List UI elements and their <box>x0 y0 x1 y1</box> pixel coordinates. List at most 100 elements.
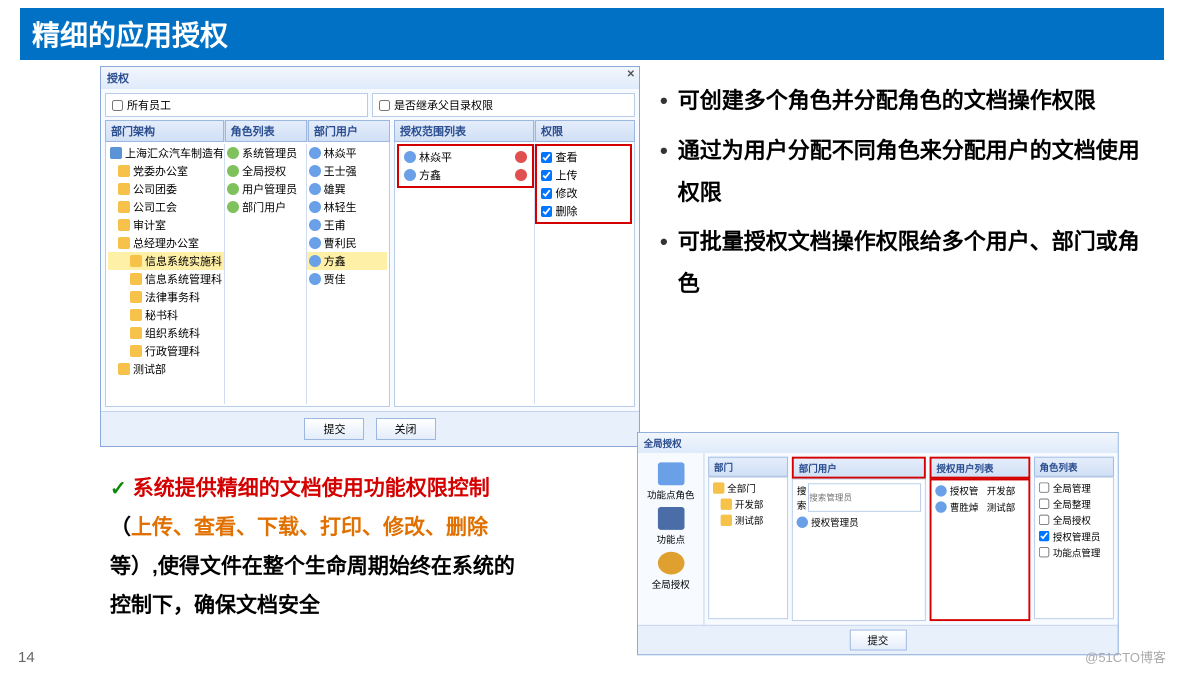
d2-dept[interactable]: 测试部 <box>711 512 785 528</box>
person-icon <box>404 151 416 163</box>
perm-user-box: 林焱平 方鑫 <box>397 144 534 188</box>
dialog2-sidebar: 功能点角色 功能点 全局授权 <box>638 453 705 625</box>
side-tab[interactable]: 功能点角色 <box>642 462 700 501</box>
role-item[interactable]: 部门用户 <box>225 198 305 216</box>
d2-role-cb[interactable] <box>1039 499 1049 509</box>
role-item[interactable]: 用户管理员 <box>225 180 305 198</box>
bullet-text: 通过为用户分配不同角色来分配用户的文档使用权限 <box>678 130 1140 214</box>
folder-icon <box>118 183 130 195</box>
summary-tail: 等）,使得文件在整个生命周期始终在系统的控制下，确保文档安全 <box>110 555 515 617</box>
d2-col1-header: 部门 <box>708 457 788 477</box>
tree-node[interactable]: 公司团委 <box>108 180 224 198</box>
user-item[interactable]: 王士强 <box>307 162 387 180</box>
person-icon <box>404 169 416 181</box>
tree-node[interactable]: 公司工会 <box>108 198 224 216</box>
tree-root[interactable]: 上海汇众汽车制造有限公司 <box>108 144 224 162</box>
person-icon <box>309 201 321 213</box>
tree-node[interactable]: 法律事务科 <box>108 288 224 306</box>
d2-dept[interactable]: 开发部 <box>711 496 785 512</box>
inherit-checkbox[interactable] <box>379 100 390 111</box>
user-icon <box>227 165 239 177</box>
folder-icon <box>118 165 130 177</box>
d2-col4-header: 角色列表 <box>1034 457 1114 477</box>
d2-user[interactable]: 授权管理员 <box>795 514 923 530</box>
person-icon <box>936 485 947 496</box>
modify-checkbox[interactable] <box>541 188 552 199</box>
summary-orange: 上传、查看、下载、打印、修改、删除 <box>131 516 488 539</box>
folder-icon <box>130 327 142 339</box>
d2-role-cb[interactable] <box>1039 515 1049 525</box>
user-item[interactable]: 雄巽 <box>307 180 387 198</box>
upload-checkbox[interactable] <box>541 170 552 181</box>
user-item[interactable]: 林轻生 <box>307 198 387 216</box>
tree-node[interactable]: 审计室 <box>108 216 224 234</box>
person-icon <box>309 237 321 249</box>
all-staff-checkbox[interactable] <box>112 100 123 111</box>
person-icon <box>309 273 321 285</box>
user-item[interactable]: 曹利民 <box>307 234 387 252</box>
close-button[interactable]: 关闭 <box>376 418 436 440</box>
perm-user[interactable]: 方鑫 <box>401 166 530 184</box>
d2-submit-button[interactable]: 提交 <box>849 630 906 651</box>
company-icon <box>110 147 122 159</box>
bullet-list: •可创建多个角色并分配角色的文档操作权限 •通过为用户分配不同角色来分配用户的文… <box>660 80 1140 313</box>
close-icon[interactable]: ✕ <box>627 69 635 80</box>
remove-icon[interactable] <box>515 151 527 163</box>
checkmark-icon: ✓ <box>110 478 127 500</box>
slide-title: 精细的应用授权 <box>20 8 1164 60</box>
col-dept-header: 部门架构 <box>105 120 224 142</box>
side-tab[interactable]: 全局授权 <box>642 552 700 591</box>
person-icon <box>309 255 321 267</box>
search-input[interactable] <box>808 483 921 512</box>
feature-icon <box>657 507 684 530</box>
search-label: 搜索 <box>797 483 807 512</box>
folder-icon <box>130 255 142 267</box>
d2-role-cb[interactable] <box>1039 531 1049 541</box>
folder-icon <box>118 363 130 375</box>
user-item[interactable]: 王甫 <box>307 216 387 234</box>
role-item[interactable]: 系统管理员 <box>225 144 305 162</box>
summary-red: 系统提供精细的文档使用功能权限控制 <box>133 477 490 500</box>
tree-node[interactable]: 测试部 <box>108 360 224 378</box>
tree-node[interactable]: 秘书科 <box>108 306 224 324</box>
person-icon <box>309 183 321 195</box>
tree-node[interactable]: 信息系统管理科 <box>108 270 224 288</box>
bullet-icon: • <box>660 130 668 214</box>
view-checkbox[interactable] <box>541 152 552 163</box>
d2-role-cb[interactable] <box>1039 482 1049 492</box>
person-icon <box>309 165 321 177</box>
folder-icon <box>713 482 724 493</box>
folder-icon <box>118 201 130 213</box>
dialog2-title-bar: 全局授权 <box>638 433 1118 453</box>
bullet-text: 可创建多个角色并分配角色的文档操作权限 <box>678 80 1096 122</box>
person-icon <box>309 147 321 159</box>
role-point-icon <box>657 462 684 485</box>
user-item[interactable]: 贾佳 <box>307 270 387 288</box>
delete-checkbox[interactable] <box>541 206 552 217</box>
folder-icon <box>130 309 142 321</box>
folder-icon <box>721 498 732 509</box>
d2-authuser[interactable]: 授权管 开发部 <box>934 482 1027 498</box>
d2-col2-header: 部门用户 <box>792 457 926 479</box>
user-item-selected[interactable]: 方鑫 <box>307 252 387 270</box>
submit-button[interactable]: 提交 <box>304 418 364 440</box>
perm-user[interactable]: 林焱平 <box>401 148 530 166</box>
d2-role-cb[interactable] <box>1039 547 1049 557</box>
tree-node[interactable]: 总经理办公室 <box>108 234 224 252</box>
tree-node[interactable]: 党委办公室 <box>108 162 224 180</box>
dialog-title-bar: 授权 ✕ <box>101 67 639 89</box>
folder-icon <box>130 273 142 285</box>
tree-node-selected[interactable]: 信息系统实施科 <box>108 252 224 270</box>
col-role-header: 角色列表 <box>225 120 307 142</box>
side-tab[interactable]: 功能点 <box>642 507 700 546</box>
d2-col3-header: 授权用户列表 <box>930 457 1030 479</box>
role-item[interactable]: 全局授权 <box>225 162 305 180</box>
tree-node[interactable]: 组织系统科 <box>108 324 224 342</box>
user-item[interactable]: 林焱平 <box>307 144 387 162</box>
col-permlist-header: 授权范围列表 <box>394 120 534 142</box>
d2-dept[interactable]: 全部门 <box>711 480 785 496</box>
tree-node[interactable]: 行政管理科 <box>108 342 224 360</box>
folder-icon <box>130 345 142 357</box>
remove-icon[interactable] <box>515 169 527 181</box>
d2-authuser[interactable]: 曹胜焯 测试部 <box>934 499 1027 515</box>
